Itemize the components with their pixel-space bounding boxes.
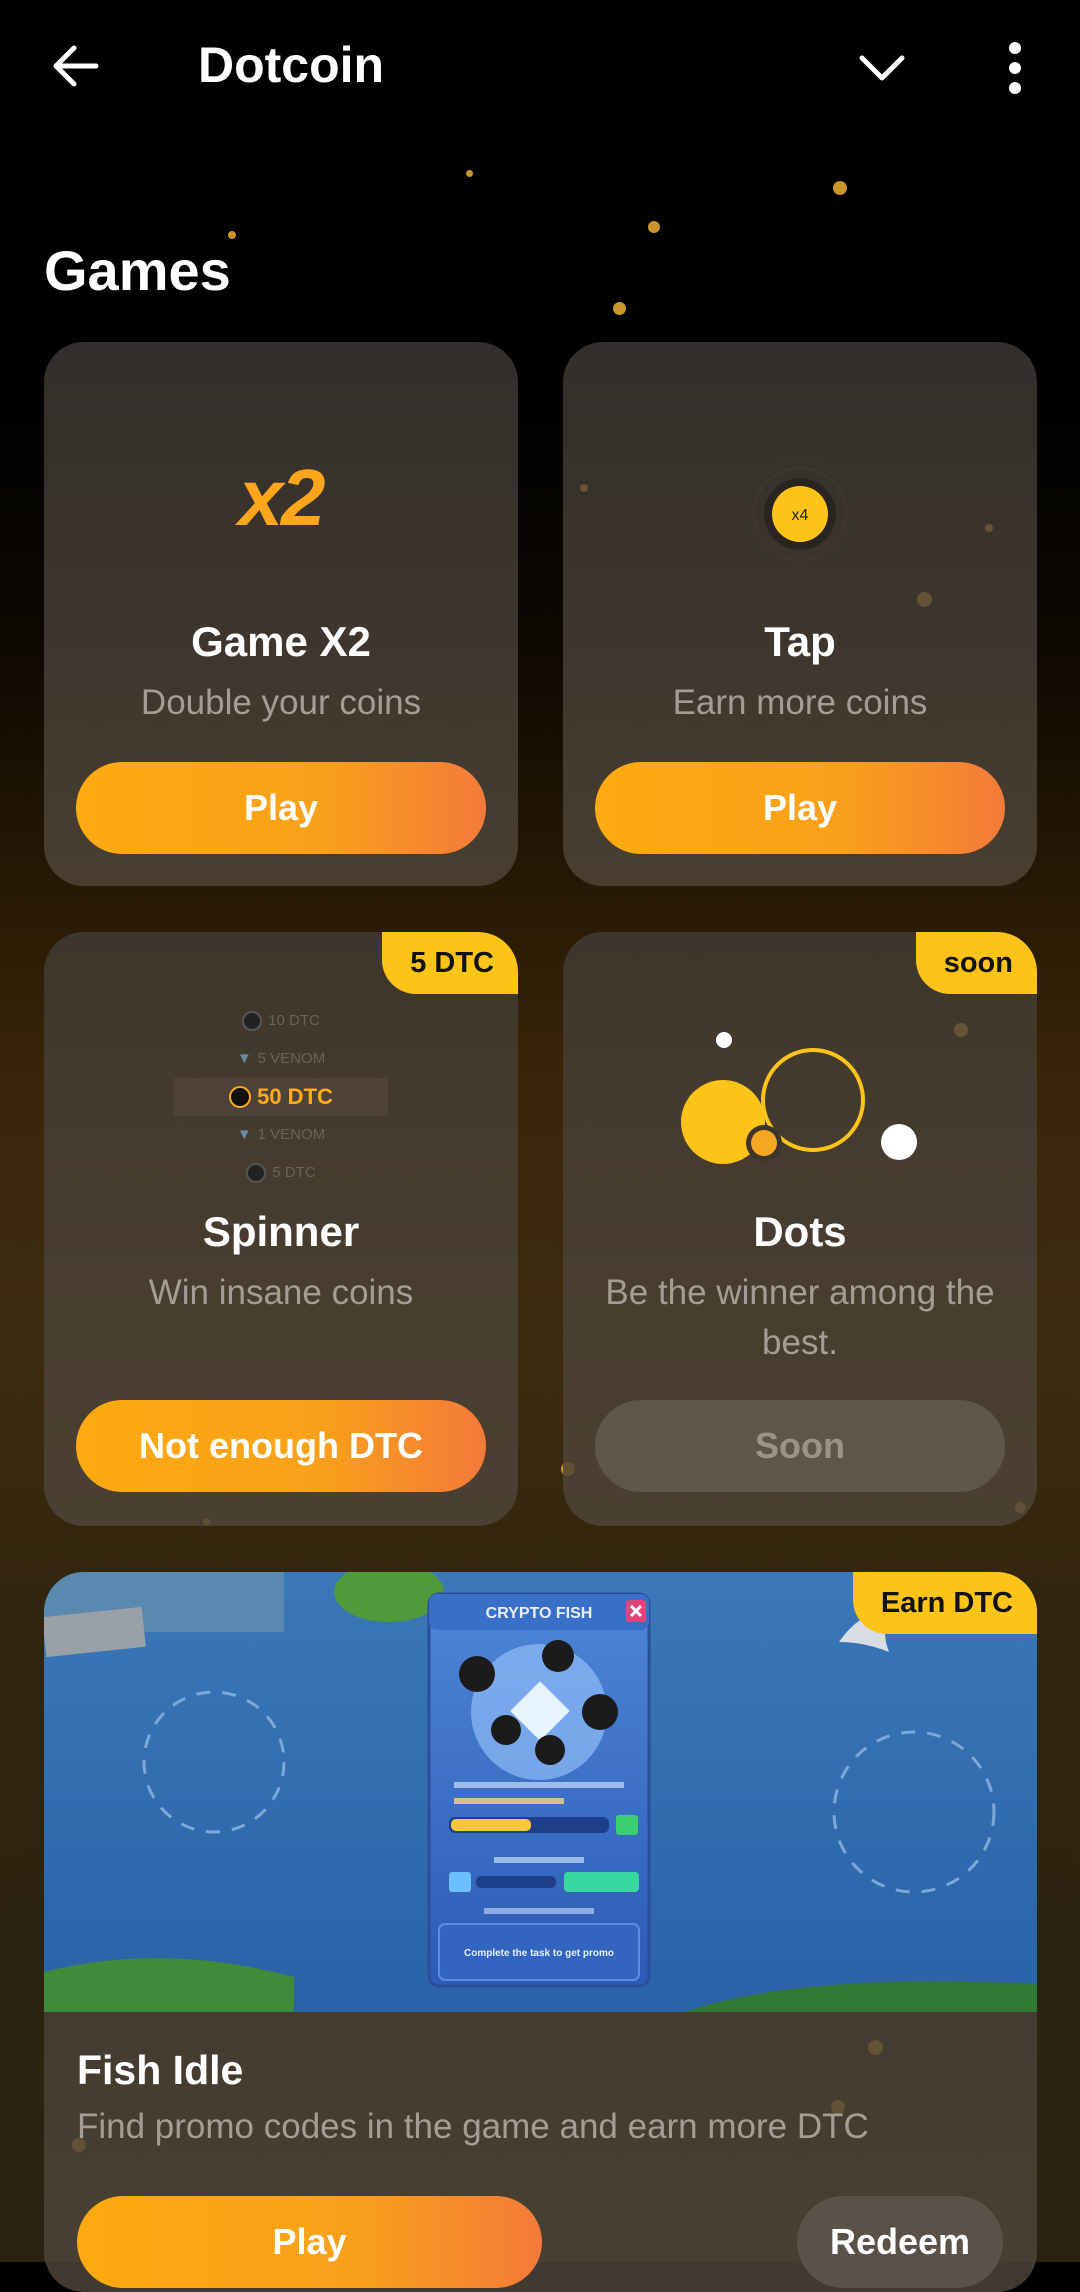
- panel-title: CRYPTO FISH: [486, 1605, 593, 1622]
- chevron-down-icon[interactable]: [856, 48, 908, 88]
- not-enough-dtc-button[interactable]: Not enough DTC: [76, 1400, 486, 1492]
- back-arrow-icon[interactable]: [48, 38, 104, 94]
- card-subtitle: Win insane coins: [148, 1273, 414, 1312]
- spinner-preview: 10 DTC ▼ 5 VENOM 50 DTC ▼ 1 VENOM 5 DTC: [44, 1002, 518, 1192]
- app-title: Dotcoin: [198, 37, 385, 93]
- earn-dtc-badge: Earn DTC: [852, 1572, 1037, 1634]
- card-subtitle: Earn more coins: [672, 683, 928, 722]
- more-vert-icon[interactable]: [1000, 40, 1030, 96]
- spinner-item: ▼ 5 VENOM: [44, 1040, 518, 1078]
- spinner-item: 10 DTC: [44, 1002, 518, 1040]
- tap-coin-icon: x4: [743, 457, 857, 571]
- venom-icon: ▼: [236, 1126, 252, 1143]
- dots-illustration: [681, 1032, 917, 1164]
- spinner-item: 5 DTC: [44, 1154, 518, 1192]
- spinner-item: ▼ 1 VENOM: [44, 1116, 518, 1154]
- coin-icon: [229, 1086, 252, 1108]
- card-title: Dots: [753, 1208, 847, 1255]
- x2-logo: x2: [238, 453, 326, 542]
- section-title: Games: [44, 239, 231, 302]
- spinner-item-selected: 50 DTC: [174, 1078, 388, 1116]
- fish-idle-screenshot: CRYPTO FISH Complete the task to get pro…: [44, 1572, 1037, 2012]
- play-button[interactable]: Play: [77, 2196, 542, 2288]
- card-subtitle: Be the winner among the best.: [605, 1273, 995, 1362]
- coin-icon: [246, 1163, 267, 1183]
- redeem-button[interactable]: Redeem: [797, 2196, 1003, 2288]
- soon-badge: soon: [915, 932, 1037, 994]
- card-title: Game X2: [191, 618, 371, 665]
- card-title: Spinner: [202, 1208, 360, 1255]
- coin-icon: [242, 1011, 263, 1031]
- card-title: Fish Idle: [77, 2047, 244, 2093]
- top-app-bar: Dotcoin: [0, 0, 1080, 136]
- tap-coin-label: x4: [792, 507, 809, 524]
- game-card-tap: x4 Tap Earn more coins Play: [563, 342, 1037, 886]
- soon-button[interactable]: Soon: [595, 1400, 1005, 1492]
- fish-idle-card: CRYPTO FISH Complete the task to get pro…: [44, 1572, 1037, 2292]
- sparkle-dot: [613, 302, 626, 315]
- game-card-x2: x2 Game X2 Double your coins Play: [44, 342, 518, 886]
- card-subtitle: Double your coins: [140, 683, 422, 722]
- panel-button: Complete the task to get promo: [464, 1948, 614, 1959]
- play-button[interactable]: Play: [595, 762, 1005, 854]
- card-title: Tap: [764, 618, 836, 665]
- sparkle-dot: [648, 221, 660, 233]
- game-card-spinner: 5 DTC 10 DTC ▼ 5 VENOM 50 DTC ▼ 1 VENOM 5 …: [44, 932, 518, 1526]
- sparkle-dot: [833, 181, 847, 195]
- sparkle-dot: [466, 170, 473, 177]
- play-button[interactable]: Play: [76, 762, 486, 854]
- venom-icon: ▼: [236, 1050, 252, 1067]
- price-badge: 5 DTC: [382, 932, 518, 994]
- card-subtitle: Find promo codes in the game and earn mo…: [77, 2107, 869, 2146]
- game-card-dots: soon Dots Be the winner among the best. …: [563, 932, 1037, 1526]
